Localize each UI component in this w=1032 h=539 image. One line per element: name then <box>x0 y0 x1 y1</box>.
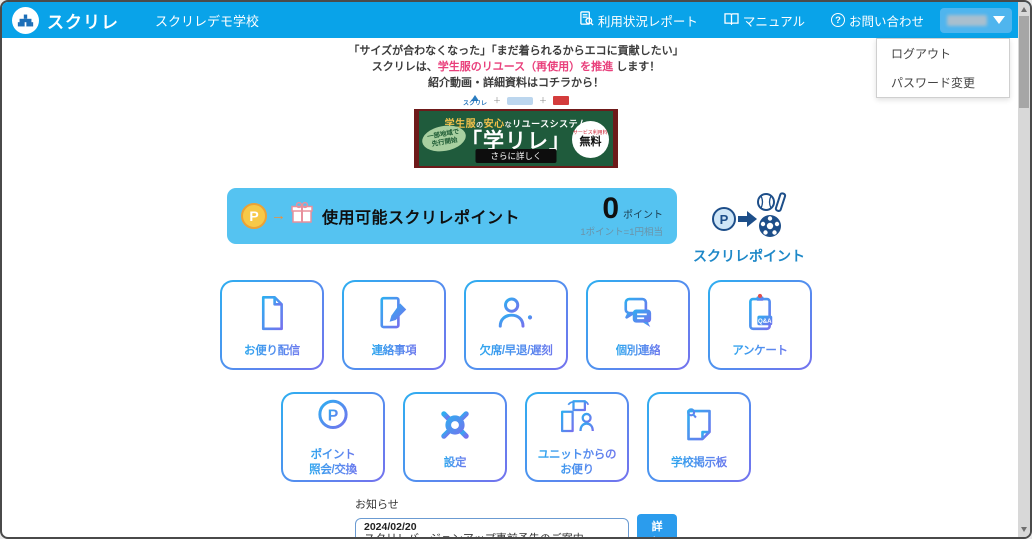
chat-bubbles-icon <box>617 292 659 339</box>
nav-contact[interactable]: ? お問い合わせ <box>830 11 924 30</box>
card-label: 欠席/早退/遅刻 <box>479 344 553 357</box>
nav-usage-report-label: 利用状況レポート <box>597 14 698 29</box>
menu-item-change-password[interactable]: パスワード変更 <box>877 68 1009 97</box>
points-note: 1ポイント=1円相当 <box>580 227 663 239</box>
bulletin-board-icon <box>678 404 720 451</box>
buildings-person-icon <box>556 396 598 443</box>
plus-separator: ＋ <box>493 96 501 106</box>
chevron-down-icon <box>993 16 1005 24</box>
notice-date: 2024/02/20 <box>364 520 417 533</box>
promo-line1: 「サイズが合わなくなった」「まだ着られるからエコに貢献したい」 <box>348 45 684 57</box>
partner-logo-blue <box>507 96 533 105</box>
user-menu-button[interactable] <box>940 7 1012 33</box>
card-label: 個別連絡 <box>615 344 661 357</box>
points-title: 使用可能スクリレポイント <box>322 209 521 227</box>
nav-manual-label: マニュアル <box>742 14 805 29</box>
card-point-inquiry[interactable]: P ポイント 照会/交換 <box>281 391 385 482</box>
card-settings[interactable]: 設定 <box>403 391 507 482</box>
points-side: P スクリレポイント <box>693 190 805 266</box>
nav-manual[interactable]: マニュアル <box>724 11 805 30</box>
point-to-goods-icon: P <box>709 190 789 245</box>
menu-row-2: P ポイント 照会/交換 設定 ユニットからの お便り 学校掲示板 <box>2 391 1030 482</box>
partner-logo-red <box>553 96 569 106</box>
point-coin-icon: P <box>241 202 267 229</box>
banner-more-button[interactable]: さらに詳しく <box>475 148 557 163</box>
nav-usage-report[interactable]: 利用状況レポート <box>579 11 698 30</box>
svg-text:P: P <box>720 212 729 227</box>
point-circle-icon: P <box>312 396 354 443</box>
card-label: お便り配信 <box>244 344 300 357</box>
points-value: 0 <box>602 192 619 226</box>
question-circle-icon: ? <box>830 13 845 27</box>
card-label: 学校掲示板 <box>671 456 727 469</box>
points-section: P → 使用可能スクリレポイント 0 ポイント 1ポイント=1円相当 P スクリ… <box>2 187 1030 266</box>
clipboard-qa-icon: Q&A <box>739 292 781 339</box>
card-contact-matters[interactable]: 連絡事項 <box>342 279 446 370</box>
menu-row-1: お便り配信 連絡事項 欠席/早退/遅刻 個別連絡 Q&A アンケート <box>2 279 1030 370</box>
scroll-up-arrow-icon[interactable] <box>1021 7 1027 12</box>
card-individual-contact[interactable]: 個別連絡 <box>586 279 690 370</box>
vertical-scrollbar[interactable] <box>1018 2 1030 537</box>
notice-item[interactable]: 2024/02/20 スクリレバージョンアップ事前予告のご案内 <box>355 517 630 537</box>
card-letter-delivery[interactable]: お便り配信 <box>220 279 324 370</box>
gift-icon <box>290 201 314 230</box>
user-name-redacted <box>947 14 987 26</box>
sukurire-mini-logo: スクリレ <box>463 94 487 107</box>
nav-contact-label: お問い合わせ <box>848 14 924 29</box>
school-building-logo-icon <box>12 6 39 34</box>
promo-highlight: 学生服のリユース（再使用）を推進 <box>437 60 614 73</box>
user-dropdown-menu: ログアウト パスワード変更 <box>876 38 1010 98</box>
banner-tagline: 学生服の安心なリユースシステム <box>444 118 588 130</box>
scroll-down-arrow-icon[interactable] <box>1021 527 1027 532</box>
card-label: 連絡事項 <box>371 344 417 357</box>
card-survey[interactable]: Q&A アンケート <box>708 279 812 370</box>
free-badge: サービス利用料 無料 <box>572 120 609 158</box>
app-name: スクリレ <box>47 12 119 32</box>
book-icon <box>724 12 739 28</box>
report-magnifier-icon <box>579 11 594 29</box>
document-pencil-icon <box>373 292 415 339</box>
points-unit: ポイント <box>623 210 663 222</box>
plus-separator: ＋ <box>539 96 547 106</box>
scrollbar-thumb[interactable] <box>1019 16 1029 108</box>
svg-text:Q&A: Q&A <box>758 318 772 325</box>
card-label: ポイント 照会/交換 <box>309 449 357 476</box>
header: スクリレ スクリレデモ学校 利用状況レポート マニュアル ? お問い合わせ <box>2 2 1030 38</box>
points-summary-box: P → 使用可能スクリレポイント 0 ポイント 1ポイント=1円相当 <box>227 187 677 244</box>
notice-title: スクリレバージョンアップ事前予告のご案内 <box>364 533 620 537</box>
person-alert-icon <box>495 292 537 339</box>
school-name: スクリレデモ学校 <box>155 13 260 29</box>
gakurire-banner[interactable]: 学生服の安心なリユースシステム 「学リレ」 一部地域で 先行開始 サービス利用料… <box>414 108 618 168</box>
svg-text:P: P <box>328 408 339 425</box>
notice-detail-button[interactable]: 詳細 <box>637 513 677 537</box>
points-side-label: スクリレポイント <box>693 247 805 264</box>
notices-section: お知らせ 2024/02/20 スクリレバージョンアップ事前予告のご案内 詳細 … <box>2 496 1030 537</box>
arrow-right-icon: → <box>271 207 286 225</box>
gear-icon <box>434 404 476 451</box>
card-school-board[interactable]: 学校掲示板 <box>647 391 751 482</box>
document-icon <box>251 292 293 339</box>
card-unit-letters[interactable]: ユニットからの お便り <box>525 391 629 482</box>
menu-item-logout[interactable]: ログアウト <box>877 39 1009 68</box>
card-label: 設定 <box>443 456 467 469</box>
app-window: スクリレ スクリレデモ学校 利用状況レポート マニュアル ? お問い合わせ ログ… <box>0 0 1032 539</box>
promo-line3: 紹介動画・詳細資料はコチラから！ <box>428 76 604 89</box>
card-label: アンケート <box>732 344 788 357</box>
card-label: ユニットからの お便り <box>537 449 617 476</box>
card-absence-report[interactable]: 欠席/早退/遅刻 <box>464 279 568 370</box>
notices-label: お知らせ <box>355 498 399 511</box>
